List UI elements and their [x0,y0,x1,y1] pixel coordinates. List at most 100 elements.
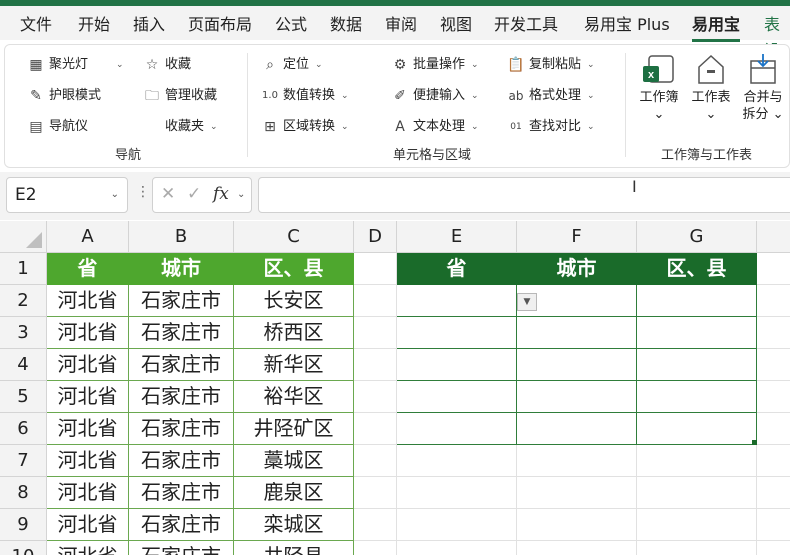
manage-favorites-button[interactable]: 🗀 管理收藏 [143,84,217,108]
left-table-cell[interactable]: 河北省 [47,509,129,541]
cell-e10[interactable] [397,541,517,555]
left-table-cell[interactable]: 栾城区 [234,509,354,541]
select-all-corner[interactable] [0,221,47,253]
cell-h4[interactable] [757,349,790,381]
column-header-b[interactable]: B [129,221,234,253]
left-table-header[interactable]: 省 [47,253,129,285]
chevron-down-icon[interactable]: ⌄ [237,189,245,200]
right-table-cell[interactable] [397,413,517,445]
right-table-cell[interactable] [637,317,757,349]
right-table-cell[interactable] [517,381,637,413]
cell-h5[interactable] [757,381,790,413]
left-table-cell[interactable]: 石家庄市 [129,477,234,509]
left-table-cell[interactable]: 裕华区 [234,381,354,413]
tab-home[interactable]: 开始 [78,12,110,38]
row-header-7[interactable]: 7 [0,445,47,477]
right-table-cell[interactable] [517,349,637,381]
function-icon[interactable]: fx [213,184,229,204]
copy-paste-button[interactable]: 📋 复制粘贴 ⌄ [507,53,594,77]
format-process-button[interactable]: ab 格式处理 ⌄ [507,84,595,108]
row-header-6[interactable]: 6 [0,413,47,445]
left-table-cell[interactable]: 河北省 [47,541,129,555]
more-icon[interactable]: ⋮ [136,184,150,200]
right-table-header[interactable]: 城市 [517,253,637,285]
tab-developer[interactable]: 开发工具 [494,12,558,38]
left-table-cell[interactable]: 桥西区 [234,317,354,349]
left-table-cell[interactable]: 石家庄市 [129,285,234,317]
tab-file[interactable]: 文件 [20,12,52,38]
left-table-cell[interactable]: 石家庄市 [129,317,234,349]
cell-h9[interactable] [757,509,790,541]
cell-d1[interactable] [354,253,397,285]
left-table-cell[interactable]: 河北省 [47,413,129,445]
column-header-c[interactable]: C [234,221,354,253]
tab-yiyongbao-plus[interactable]: 易用宝 Plus [584,12,670,38]
row-header-2[interactable]: 2 [0,285,47,317]
range-convert-button[interactable]: ⊞ 区域转换 ⌄ [261,115,348,139]
cell-e9[interactable] [397,509,517,541]
right-table-cell[interactable] [397,285,517,317]
cell-d10[interactable] [354,541,397,555]
cell-h8[interactable] [757,477,790,509]
cell-h2[interactable] [757,285,790,317]
right-table-cell[interactable] [397,349,517,381]
merge-split-button[interactable]: 合并与 拆分 ⌄ [739,53,787,123]
cell-d2[interactable] [354,285,397,317]
right-table-cell[interactable] [637,413,757,445]
right-table-header[interactable]: 省 [397,253,517,285]
left-table-cell[interactable]: 石家庄市 [129,349,234,381]
row-header-5[interactable]: 5 [0,381,47,413]
right-table-cell[interactable] [517,317,637,349]
left-table-cell[interactable]: 河北省 [47,445,129,477]
left-table-cell[interactable]: 河北省 [47,349,129,381]
column-header-a[interactable]: A [47,221,129,253]
row-header-4[interactable]: 4 [0,349,47,381]
cell-h1[interactable] [757,253,790,285]
cell-f9[interactable] [517,509,637,541]
column-header-d[interactable]: D [354,221,397,253]
favorites-button[interactable]: ☆ 收藏 [143,53,191,77]
row-header-10[interactable]: 10 [0,541,47,555]
column-header-e[interactable]: E [397,221,517,253]
cell-g9[interactable] [637,509,757,541]
tab-data[interactable]: 数据 [330,12,362,38]
table-resize-handle[interactable] [752,440,757,445]
left-table-cell[interactable]: 河北省 [47,477,129,509]
tab-table-design[interactable]: 表设 [764,12,790,60]
cell-f10[interactable] [517,541,637,555]
navigator-button[interactable]: ▤ 导航仪 [27,115,88,139]
spotlight-button[interactable]: ▦ 聚光灯 ⌄ [27,53,123,77]
row-header-1[interactable]: 1 [0,253,47,285]
left-table-cell[interactable]: 石家庄市 [129,509,234,541]
cell-f7[interactable] [517,445,637,477]
cell-e7[interactable] [397,445,517,477]
cell-d8[interactable] [354,477,397,509]
workbook-button[interactable]: x 工作簿 ⌄ [635,53,683,123]
cell-d7[interactable] [354,445,397,477]
cell-d3[interactable] [354,317,397,349]
eye-mode-button[interactable]: ✎ 护眼模式 [27,84,101,108]
formula-input[interactable] [258,177,790,213]
cell-f8[interactable] [517,477,637,509]
right-table-cell[interactable] [637,285,757,317]
locate-button[interactable]: ⌕ 定位 ⌄ [261,53,322,77]
cell-g7[interactable] [637,445,757,477]
dropdown-arrow-icon[interactable]: ▼ [517,293,537,311]
tab-page-layout[interactable]: 页面布局 [188,12,252,38]
left-table-cell[interactable]: 石家庄市 [129,541,234,555]
cell-g10[interactable] [637,541,757,555]
cancel-icon[interactable]: ✕ [161,184,175,204]
left-table-cell[interactable]: 石家庄市 [129,381,234,413]
batch-ops-button[interactable]: ⚙ 批量操作 ⌄ [391,53,479,77]
name-box[interactable]: E2 ⌄ [6,177,128,213]
column-header-f[interactable]: F [517,221,637,253]
left-table-cell[interactable]: 石家庄市 [129,445,234,477]
right-table-cell[interactable] [637,349,757,381]
left-table-cell[interactable]: 鹿泉区 [234,477,354,509]
left-table-cell[interactable]: 新华区 [234,349,354,381]
tab-formulas[interactable]: 公式 [275,12,307,38]
left-table-header[interactable]: 城市 [129,253,234,285]
right-table-header[interactable]: 区、县 [637,253,757,285]
tab-yiyongbao[interactable]: 易用宝 [692,12,741,42]
row-header-3[interactable]: 3 [0,317,47,349]
